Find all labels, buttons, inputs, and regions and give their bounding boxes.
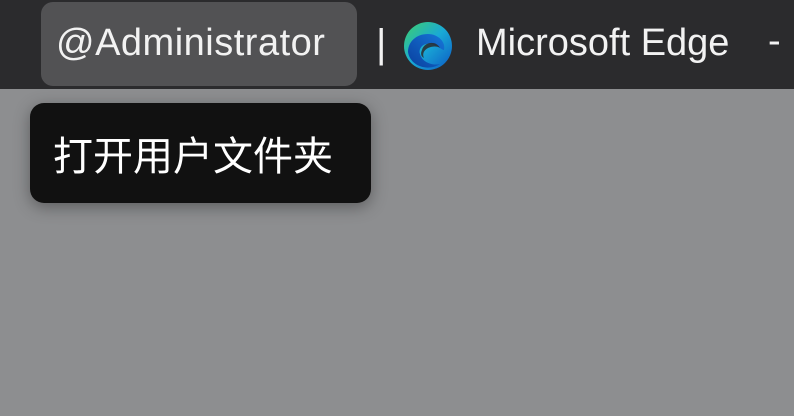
title-separator: |: [376, 22, 387, 66]
tooltip-label: 打开用户文件夹: [53, 134, 333, 180]
desktop-background: @Administrator | Microsoft Edge - 打开用户文件…: [0, 0, 794, 416]
profile-name: @Administrator: [56, 22, 326, 64]
window-title-bar[interactable]: @Administrator | Microsoft Edge -: [0, 0, 794, 89]
microsoft-edge-icon: [402, 20, 454, 72]
title-dash: -: [768, 20, 781, 62]
tooltip: 打开用户文件夹: [30, 103, 371, 203]
window-title: Microsoft Edge: [476, 22, 730, 64]
